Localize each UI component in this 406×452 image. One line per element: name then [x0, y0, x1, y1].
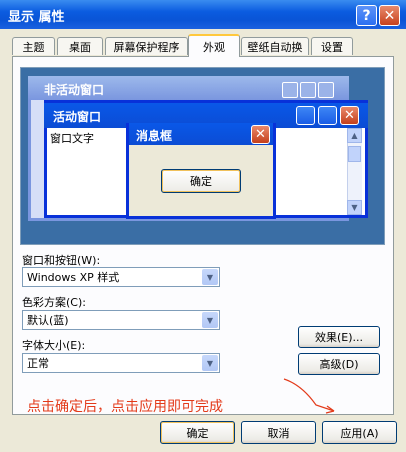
inactive-close-icon [318, 82, 334, 98]
chevron-down-icon: ▼ [202, 312, 218, 328]
chevron-down-icon: ▼ [202, 269, 218, 285]
tab-themes[interactable]: 主题 [12, 37, 55, 55]
apply-button[interactable]: 应用(A) [322, 421, 397, 444]
tab-desktop[interactable]: 桌面 [57, 37, 103, 55]
color-scheme-value: 默认(蓝) [27, 314, 69, 327]
message-box-close-icon: ✕ [251, 125, 270, 144]
scroll-up-icon: ▲ [347, 128, 362, 143]
inactive-maximize-icon [300, 82, 316, 98]
window-text-sample: 窗口文字 [50, 132, 94, 145]
tab-appearance[interactable]: 外观 [188, 34, 240, 57]
scroll-thumb [348, 146, 361, 162]
effects-button[interactable]: 效果(E)... [298, 326, 380, 348]
color-scheme-select[interactable]: 默认(蓝) ▼ [22, 310, 220, 330]
windows-buttons-value: Windows XP 样式 [27, 271, 120, 284]
active-minimize-icon [296, 106, 315, 125]
help-icon: ? [362, 7, 371, 24]
active-window-title: 活动窗口 [53, 110, 102, 124]
tab-screensaver[interactable]: 屏幕保护程序 [105, 37, 188, 55]
annotation-arrow [283, 378, 335, 414]
annotation-text: 点击确定后，点击应用即可完成 [27, 399, 223, 415]
active-close-icon: ✕ [340, 106, 359, 125]
windows-buttons-label: 窗口和按钮(W): [22, 254, 101, 267]
message-box-title: 消息框 [136, 129, 173, 143]
ok-button[interactable]: 确定 [160, 421, 235, 444]
inactive-window-title: 非活动窗口 [44, 83, 105, 97]
help-button[interactable]: ? [356, 5, 377, 26]
chevron-down-icon: ▼ [202, 355, 218, 371]
cancel-button[interactable]: 取消 [241, 421, 316, 444]
tab-wallpaper-changer[interactable]: 壁纸自动换 [241, 37, 309, 55]
window-title: 显示 属性 [8, 10, 65, 25]
inactive-minimize-icon [282, 82, 298, 98]
active-maximize-icon [318, 106, 337, 125]
advanced-button[interactable]: 高级(D) [298, 353, 380, 375]
font-size-label: 字体大小(E): [22, 339, 86, 352]
color-scheme-label: 色彩方案(C): [22, 296, 86, 309]
scroll-down-icon: ▼ [347, 200, 362, 215]
tab-settings[interactable]: 设置 [311, 37, 353, 55]
close-icon: ✕ [383, 7, 396, 24]
font-size-select[interactable]: 正常 ▼ [22, 353, 220, 373]
close-button[interactable]: ✕ [379, 5, 400, 26]
font-size-value: 正常 [27, 357, 49, 370]
message-box-ok-button: 确定 [161, 169, 241, 193]
title-bar: 显示 属性 [0, 0, 406, 29]
windows-buttons-select[interactable]: Windows XP 样式 ▼ [22, 267, 220, 287]
